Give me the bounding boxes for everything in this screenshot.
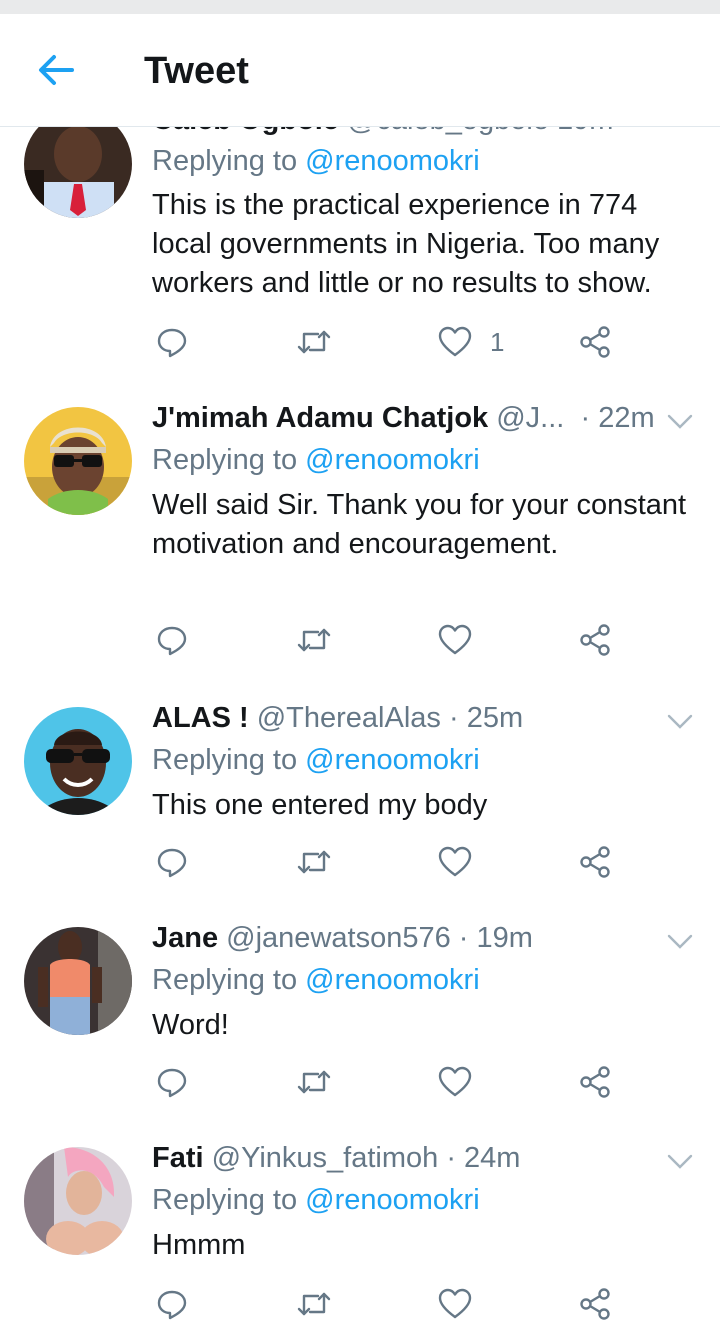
tweet-actions	[152, 1062, 632, 1102]
replying-label: Replying to	[152, 1184, 298, 1216]
display-name[interactable]: Fati	[152, 1142, 204, 1174]
tweet-text: Word!	[152, 1009, 229, 1041]
reply-button[interactable]	[156, 1284, 188, 1324]
like-button[interactable]	[438, 1062, 490, 1102]
heart-icon	[438, 624, 472, 655]
share-button[interactable]	[578, 322, 612, 362]
share-icon	[580, 326, 610, 358]
tweet-item[interactable]: ALAS ! @TherealAlas · 25m Replying to @r…	[0, 682, 720, 903]
tweet-text: This one entered my body	[152, 789, 488, 821]
tweet-actions	[152, 620, 632, 660]
tweet-item[interactable]: J'mimah Adamu Chatjok @J... · 22m Replyi…	[0, 382, 720, 683]
avatar[interactable]	[24, 927, 132, 1035]
share-icon	[580, 624, 610, 656]
avatar[interactable]	[24, 1147, 132, 1255]
share-button[interactable]	[578, 842, 612, 882]
chevron-down-icon[interactable]	[666, 932, 694, 952]
tweet-header: Jane @janewatson576 · 19m	[152, 922, 533, 955]
tweet-header: ALAS ! @TherealAlas · 25m	[152, 702, 523, 735]
user-handle[interactable]: @Yinkus_fatimoh	[212, 1142, 439, 1174]
replies-feed: Caleb Ogbole @caleb_ogbole 19m Replying …	[0, 0, 720, 1335]
replying-to: Replying to @renoomokri	[152, 1184, 480, 1217]
tweet-item[interactable]: Caleb Ogbole @caleb_ogbole 19m Replying …	[0, 90, 720, 383]
share-button[interactable]	[578, 620, 612, 660]
display-name[interactable]: J'mimah Adamu Chatjok	[152, 402, 488, 434]
chevron-down-icon[interactable]	[666, 1152, 694, 1172]
heart-icon	[438, 1066, 472, 1097]
replying-handle-link[interactable]: @renoomokri	[305, 444, 480, 476]
retweet-button[interactable]	[296, 620, 332, 660]
tweet-text: Well said Sir. Thank you for your consta…	[152, 489, 687, 560]
tweet-text: Hmmm	[152, 1229, 246, 1261]
replying-handle-link[interactable]: @renoomokri	[305, 964, 480, 996]
reply-button[interactable]	[156, 1062, 188, 1102]
chevron-down-icon[interactable]	[666, 712, 694, 732]
top-app-bar: Tweet	[0, 14, 720, 127]
timestamp: · 25m	[448, 702, 524, 734]
heart-icon	[438, 326, 472, 357]
retweet-icon	[297, 1292, 331, 1316]
retweet-button[interactable]	[296, 842, 332, 882]
replying-label: Replying to	[152, 744, 298, 776]
tweet-header: Fati @Yinkus_fatimoh · 24m	[152, 1142, 520, 1175]
reply-button[interactable]	[156, 842, 188, 882]
replying-to: Replying to @renoomokri	[152, 145, 480, 178]
display-name[interactable]: Jane	[152, 922, 218, 954]
retweet-button[interactable]	[296, 1284, 332, 1324]
reply-icon	[157, 626, 187, 656]
replying-handle-link[interactable]: @renoomokri	[305, 145, 480, 177]
display-name[interactable]: ALAS !	[152, 702, 249, 734]
tweet-actions	[152, 1284, 632, 1324]
reply-icon	[157, 848, 187, 878]
replying-to: Replying to @renoomokri	[152, 964, 480, 997]
like-button[interactable]: 1	[438, 322, 504, 362]
retweet-button[interactable]	[296, 1062, 332, 1102]
user-handle[interactable]: @TherealAlas	[257, 702, 441, 734]
share-icon	[580, 1066, 610, 1098]
heart-icon	[438, 846, 472, 877]
retweet-icon	[297, 1070, 331, 1094]
reply-button[interactable]	[156, 322, 188, 362]
like-button[interactable]	[438, 620, 490, 660]
share-icon	[580, 846, 610, 878]
like-button[interactable]	[438, 842, 490, 882]
heart-icon	[438, 1288, 472, 1319]
chevron-down-icon[interactable]	[666, 412, 694, 432]
user-handle[interactable]: @janewatson576	[226, 922, 451, 954]
page-title: Tweet	[144, 50, 249, 92]
like-count: 1	[490, 326, 505, 357]
avatar[interactable]	[24, 707, 132, 815]
avatar[interactable]	[24, 407, 132, 515]
replying-to: Replying to @renoomokri	[152, 444, 480, 477]
replying-to: Replying to @renoomokri	[152, 744, 480, 777]
timestamp: · 24m	[446, 1142, 521, 1174]
tweet-text: This is the practical experience in 774 …	[152, 189, 660, 299]
reply-icon	[157, 1068, 187, 1098]
replying-handle-link[interactable]: @renoomokri	[305, 1184, 480, 1216]
share-button[interactable]	[578, 1284, 612, 1324]
reply-icon	[157, 1290, 187, 1320]
retweet-button[interactable]	[296, 322, 332, 362]
share-icon	[580, 1288, 610, 1320]
tweet-actions: 1	[152, 322, 632, 362]
tweet-actions	[152, 842, 632, 882]
replying-label: Replying to	[152, 964, 298, 996]
like-button[interactable]	[438, 1284, 490, 1324]
back-arrow-icon[interactable]	[34, 52, 78, 88]
replying-label: Replying to	[152, 145, 298, 177]
timestamp: · 19m	[458, 922, 533, 954]
retweet-icon	[297, 330, 331, 354]
share-button[interactable]	[578, 1062, 612, 1102]
tweet-header: J'mimah Adamu Chatjok @J... · 22m	[152, 402, 655, 435]
replying-handle-link[interactable]: @renoomokri	[305, 744, 480, 776]
tweet-item[interactable]: Jane @janewatson576 · 19m Replying to @r…	[0, 902, 720, 1123]
retweet-icon	[297, 850, 331, 874]
replying-label: Replying to	[152, 444, 298, 476]
user-handle[interactable]: @J...	[496, 402, 564, 434]
retweet-icon	[297, 628, 331, 652]
reply-icon	[157, 328, 187, 358]
reply-button[interactable]	[156, 620, 188, 660]
tweet-item[interactable]: Fati @Yinkus_fatimoh · 24m Replying to @…	[0, 1122, 720, 1335]
timestamp: · 22m	[580, 402, 655, 434]
